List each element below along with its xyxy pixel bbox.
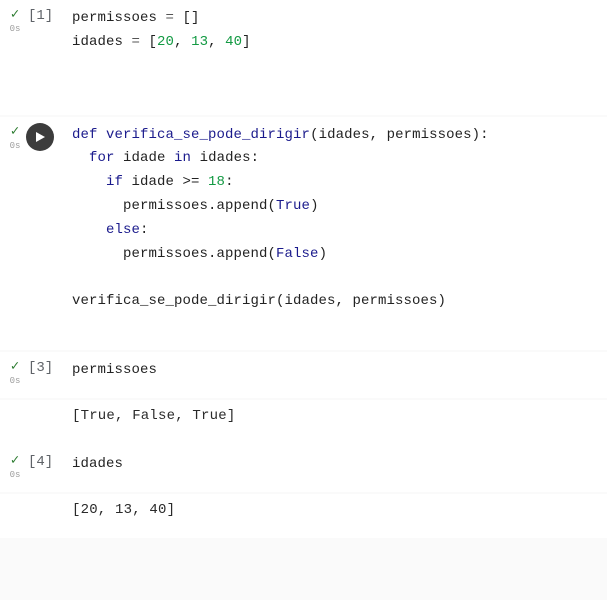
code-editor[interactable]: permissoes = [] idades = [20, 13, 40] bbox=[72, 6, 601, 55]
prompt-column bbox=[26, 123, 72, 151]
check-icon: ✓ bbox=[4, 360, 26, 374]
exec-time: 0s bbox=[4, 24, 26, 34]
output-row: [20, 13, 40] bbox=[0, 494, 607, 538]
prompt-label: [4] bbox=[26, 452, 72, 470]
code-cell[interactable]: ✓ 0s [3] permissoes bbox=[0, 352, 607, 398]
cell-output: [True, False, True] bbox=[72, 406, 601, 424]
prompt-label: [3] bbox=[26, 358, 72, 376]
check-icon: ✓ bbox=[4, 454, 26, 468]
code-editor[interactable]: def verifica_se_pode_dirigir(idades, per… bbox=[72, 123, 601, 314]
check-icon: ✓ bbox=[4, 125, 26, 139]
exec-time: 0s bbox=[4, 376, 26, 386]
exec-time: 0s bbox=[4, 470, 26, 480]
code-editor[interactable]: idades bbox=[72, 452, 601, 477]
output-row: [True, False, True] bbox=[0, 400, 607, 444]
cell-status: ✓ 0s bbox=[4, 358, 26, 386]
notebook: ✓ 0s [1] permissoes = [] idades = [20, 1… bbox=[0, 0, 607, 538]
cell-output: [20, 13, 40] bbox=[72, 500, 601, 518]
cell-status: ✓ 0s bbox=[4, 123, 26, 151]
exec-time: 0s bbox=[4, 141, 26, 151]
code-cell[interactable]: ✓ 0s [4] idades bbox=[0, 444, 607, 492]
code-cell[interactable]: ✓ 0s def verifica_se_pode_dirigir(idades… bbox=[0, 117, 607, 350]
cell-status: ✓ 0s bbox=[4, 452, 26, 480]
check-icon: ✓ bbox=[4, 8, 26, 22]
code-cell[interactable]: ✓ 0s [1] permissoes = [] idades = [20, 1… bbox=[0, 0, 607, 115]
code-editor[interactable]: permissoes bbox=[72, 358, 601, 383]
play-icon bbox=[34, 131, 46, 143]
cell-status: ✓ 0s bbox=[4, 6, 26, 34]
prompt-label: [1] bbox=[26, 6, 72, 24]
run-button[interactable] bbox=[26, 123, 54, 151]
